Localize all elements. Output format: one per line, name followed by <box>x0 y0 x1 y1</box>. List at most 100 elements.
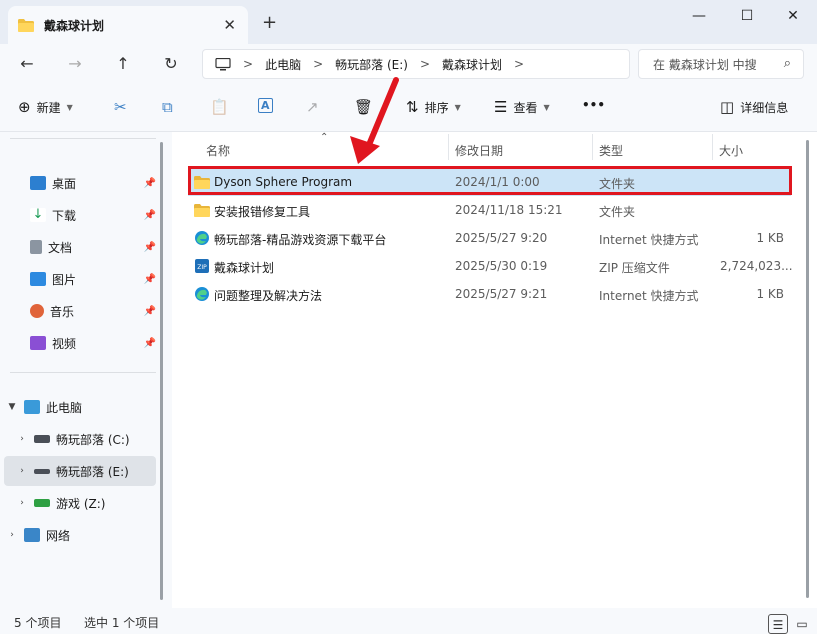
chevron-right-icon[interactable]: › <box>14 498 30 508</box>
edge-icon <box>195 287 209 301</box>
annotation-arrow <box>350 77 399 164</box>
chevron-right-icon[interactable]: › <box>14 466 30 476</box>
sidebar-item-documents[interactable]: 文档 📌 <box>30 232 158 262</box>
pin-icon: 📌 <box>143 337 156 349</box>
file-type: Internet 快捷方式 <box>599 233 699 247</box>
item-count: 5 个项目 <box>14 616 62 630</box>
up-button[interactable]: ↑ <box>112 54 134 73</box>
file-name: 问题整理及解决方法 <box>214 289 323 303</box>
file-list: ⌃ 名称 修改日期 类型 大小 Dyson Sphere Program 202… <box>172 132 817 608</box>
sidebar-item-desktop[interactable]: 桌面 📌 <box>30 168 158 198</box>
divider <box>10 372 156 373</box>
details-view-icon[interactable]: ☰ <box>768 614 788 634</box>
more-options-button[interactable]: ••• <box>582 98 605 112</box>
copy-button[interactable]: ⧉ <box>162 98 179 116</box>
details-label: 详细信息 <box>740 100 789 115</box>
column-modified[interactable]: 修改日期 <box>455 142 503 159</box>
breadcrumb-this-pc[interactable]: 此电脑 <box>265 56 301 73</box>
paste-button[interactable]: 📋 <box>210 98 235 116</box>
computer-icon <box>24 400 40 414</box>
chevron-right-icon[interactable]: › <box>4 530 20 540</box>
column-type[interactable]: 类型 <box>599 142 623 159</box>
new-button[interactable]: ⊕ 新建 ▼ <box>18 98 73 116</box>
sidebar-item-network[interactable]: › 网络 <box>4 520 156 550</box>
share-button[interactable]: ↗ <box>306 98 325 116</box>
maximize-button[interactable]: ☐ <box>732 8 762 24</box>
column-divider[interactable] <box>712 134 713 160</box>
chevron-down-icon: ▼ <box>543 102 550 112</box>
tab-close-icon[interactable]: ✕ <box>223 16 236 34</box>
drive-icon <box>34 468 50 474</box>
sort-button[interactable]: ⇅ 排序 ▼ <box>406 98 461 116</box>
rename-icon: A <box>258 98 273 113</box>
list-scrollbar[interactable] <box>806 140 809 598</box>
pin-icon: 📌 <box>143 273 156 285</box>
column-header: ⌃ 名称 修改日期 类型 大小 <box>172 132 817 164</box>
address-bar[interactable]: > 此电脑 > 畅玩部落 (E:) > 戴森球计划 > <box>202 49 630 79</box>
computer-icon <box>215 57 231 70</box>
sidebar-item-downloads[interactable]: ↓ 下载 📌 <box>30 200 158 230</box>
breadcrumb-separator: > <box>419 57 431 71</box>
minimize-button[interactable]: — <box>684 8 714 24</box>
view-button[interactable]: ☰ 查看 ▼ <box>494 98 550 116</box>
pictures-icon <box>30 272 46 286</box>
sidebar-item-drive-c[interactable]: › 畅玩部落 (C:) <box>14 424 156 454</box>
sidebar-item-drive-z[interactable]: › 游戏 (Z:) <box>14 488 156 518</box>
details-pane-button[interactable]: ◫ 详细信息 <box>720 98 788 116</box>
sort-label: 排序 <box>424 100 449 115</box>
clipboard-icon: 📋 <box>210 98 229 116</box>
chevron-down-icon[interactable]: ▼ <box>4 402 20 412</box>
sidebar-item-drive-e[interactable]: › 畅玩部落 (E:) <box>4 456 156 486</box>
sidebar-item-videos[interactable]: 视频 📌 <box>30 328 158 358</box>
table-row[interactable]: ZIP 戴森球计划 2025/5/30 0:19 ZIP 压缩文件 2,724,… <box>188 252 793 280</box>
sidebar-item-label: 图片 <box>52 272 77 287</box>
table-row[interactable]: 安装报错修复工具 2024/11/18 15:21 文件夹 <box>188 196 791 224</box>
download-icon: ↓ <box>30 208 46 222</box>
close-window-button[interactable]: ✕ <box>778 8 808 24</box>
cut-button[interactable]: ✂ <box>114 98 133 116</box>
refresh-button[interactable]: ↻ <box>160 54 182 73</box>
file-modified: 2024/11/18 15:21 <box>455 203 563 217</box>
new-label: 新建 <box>36 100 61 115</box>
table-row[interactable]: 问题整理及解决方法 2025/5/27 9:21 Internet 快捷方式 1… <box>188 280 791 308</box>
back-button[interactable]: ← <box>16 54 38 73</box>
search-input[interactable]: 在 戴森球计划 中搜 ⌕ <box>638 49 804 79</box>
new-tab-button[interactable]: + <box>262 12 277 33</box>
file-size: 1 KB <box>756 231 784 245</box>
sidebar-item-label: 游戏 (Z:) <box>56 496 106 511</box>
view-icon: ☰ <box>494 98 508 116</box>
pin-icon: 📌 <box>143 305 156 317</box>
copy-icon: ⧉ <box>162 98 173 116</box>
sidebar-item-label: 此电脑 <box>46 400 83 415</box>
windows-drive-icon <box>34 435 50 443</box>
network-icon <box>24 528 40 542</box>
sidebar-item-music[interactable]: 音乐 📌 <box>30 296 158 326</box>
search-icon: ⌕ <box>783 56 791 71</box>
forward-button[interactable]: → <box>64 54 86 73</box>
sidebar-item-label: 桌面 <box>52 176 77 191</box>
sidebar-scrollbar[interactable] <box>160 142 163 600</box>
column-name[interactable]: 名称 <box>206 142 230 159</box>
file-type: 文件夹 <box>599 205 636 219</box>
table-row[interactable]: 畅玩部落-精品游戏资源下载平台 2025/5/27 9:20 Internet … <box>188 224 791 252</box>
column-size[interactable]: 大小 <box>719 142 743 159</box>
view-label: 查看 <box>513 100 538 115</box>
pin-icon: 📌 <box>143 241 156 253</box>
sidebar-item-label: 畅玩部落 (E:) <box>56 464 129 479</box>
scissors-icon: ✂ <box>114 98 127 116</box>
chevron-right-icon[interactable]: › <box>14 434 30 444</box>
sidebar-item-this-pc[interactable]: ▼ 此电脑 <box>4 392 156 422</box>
sidebar-item-pictures[interactable]: 图片 📌 <box>30 264 158 294</box>
file-size: 2,724,023... <box>720 259 793 273</box>
tiles-view-icon[interactable]: ▭ <box>792 614 812 634</box>
rename-button[interactable]: A <box>258 98 279 113</box>
breadcrumb-current-folder[interactable]: 戴森球计划 <box>442 56 502 73</box>
breadcrumb-drive-e[interactable]: 畅玩部落 (E:) <box>335 56 408 73</box>
tab-title: 戴森球计划 <box>44 18 105 33</box>
tab-current[interactable]: 戴森球计划 ✕ <box>8 6 248 44</box>
column-divider[interactable] <box>448 134 449 160</box>
videos-icon <box>30 336 46 350</box>
sidebar-item-label: 网络 <box>46 528 71 543</box>
sidebar-item-label: 视频 <box>52 336 77 351</box>
column-divider[interactable] <box>592 134 593 160</box>
